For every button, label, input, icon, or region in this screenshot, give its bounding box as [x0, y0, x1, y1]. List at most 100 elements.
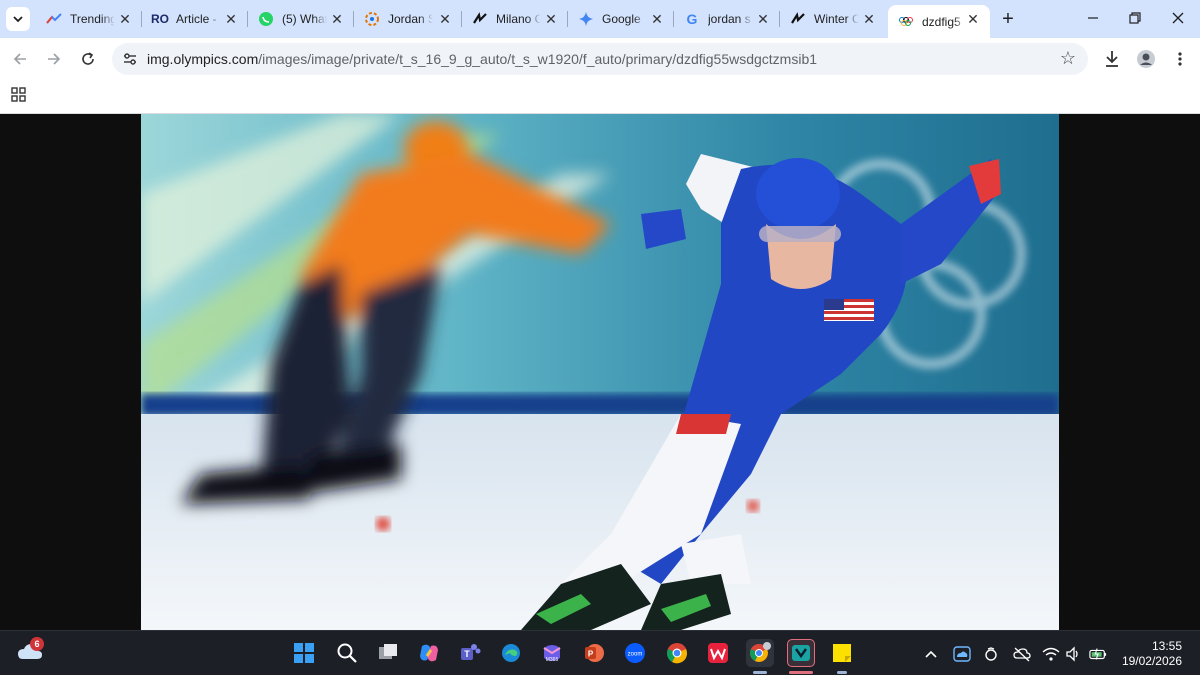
sync-status-button[interactable] [982, 645, 1000, 663]
running-indicator [753, 671, 767, 674]
url-path: /images/image/private/t_s_16_9_g_auto/t_… [258, 51, 818, 67]
powerpoint-button[interactable]: P [580, 639, 608, 667]
chrome-icon [667, 643, 687, 664]
edge-button[interactable] [497, 639, 525, 667]
close-icon[interactable]: ✕ [224, 12, 238, 26]
tab-article[interactable]: RO Article - ✕ [142, 0, 248, 38]
tab-title: Google [602, 12, 641, 26]
teams-icon: T [461, 644, 481, 660]
tab-strip: Trending ✕ RO Article - ✕ (5) What ✕ Jor… [0, 0, 1200, 38]
chrome-profile-button[interactable] [746, 639, 774, 667]
close-icon[interactable]: ✕ [330, 12, 344, 26]
task-view-button[interactable] [374, 639, 402, 667]
site-info-icon[interactable] [122, 51, 138, 67]
close-icon[interactable]: ✕ [650, 12, 664, 26]
flag-patch [824, 299, 874, 321]
copilot-button[interactable] [415, 639, 443, 667]
tab-title: (5) What [282, 12, 327, 26]
powerpoint-icon: P [585, 644, 604, 662]
active-app-button[interactable] [787, 639, 815, 667]
bookmarks-bar [0, 80, 1200, 114]
tab-title: Jordan S [388, 12, 433, 26]
close-icon[interactable]: ✕ [544, 12, 558, 26]
chrome-profile-icon [750, 642, 771, 662]
winter-icon [790, 11, 806, 27]
tab-title: Winter C [814, 12, 859, 26]
forward-button[interactable] [43, 48, 65, 70]
battery-button[interactable] [1089, 645, 1107, 663]
volume-button[interactable] [1064, 645, 1082, 663]
sticky-notes-icon [833, 644, 851, 662]
svg-text:T: T [464, 649, 470, 659]
show-hidden-icons-button[interactable] [922, 645, 940, 663]
reload-button[interactable] [77, 48, 99, 70]
edge-icon [502, 644, 520, 662]
trending-icon [46, 11, 62, 27]
apps-grid-icon[interactable] [11, 87, 27, 103]
zoom-button[interactable]: zoom [621, 639, 649, 667]
address-bar[interactable]: img.olympics.com/images/image/private/t_… [112, 43, 1088, 75]
tab-title: Milano C [496, 12, 541, 26]
minimize-button[interactable] [1083, 8, 1103, 28]
wifi-button[interactable] [1042, 645, 1060, 663]
browser-toolbar: img.olympics.com/images/image/private/t_… [0, 38, 1200, 80]
url-host: img.olympics.com [147, 51, 259, 67]
new-tab-button[interactable]: + [998, 9, 1018, 29]
profile-button[interactable] [1135, 48, 1157, 70]
avatar [1137, 50, 1155, 68]
back-button[interactable] [9, 48, 31, 70]
ro-icon: RO [151, 12, 169, 26]
gemini-icon [578, 11, 594, 27]
tab-google[interactable]: Google ✕ [568, 0, 674, 38]
close-icon[interactable]: ✕ [118, 12, 132, 26]
tab-search-button[interactable] [6, 7, 30, 31]
network-off-button[interactable] [1013, 645, 1031, 663]
tab-milano[interactable]: Milano C ✕ [462, 0, 568, 38]
close-icon[interactable]: ✕ [862, 12, 876, 26]
menu-button[interactable] [1169, 48, 1191, 70]
weather-notification-badge: 6 [30, 637, 44, 651]
m365-button[interactable]: M365 [538, 639, 566, 667]
tab-jordan[interactable]: Jordan S ✕ [354, 0, 462, 38]
chevron-up-icon [925, 650, 937, 658]
start-button[interactable] [290, 639, 318, 667]
tab-title: jordan s [708, 12, 751, 26]
zoom-icon: zoom [625, 643, 645, 663]
close-window-button[interactable] [1168, 8, 1188, 28]
search-button[interactable] [333, 639, 361, 667]
more-vert-icon [1178, 52, 1182, 66]
chrome-button[interactable] [663, 639, 691, 667]
close-icon [1172, 12, 1184, 24]
tab-trending[interactable]: Trending ✕ [36, 0, 142, 38]
teams-button[interactable]: T [456, 639, 484, 667]
tab-winter[interactable]: Winter C ✕ [780, 0, 886, 38]
whatsapp-icon [258, 11, 274, 27]
tab-dzdfig5-active[interactable]: dzdfig5 ✕ [888, 5, 990, 38]
close-icon[interactable]: ✕ [756, 12, 770, 26]
tab-title: Trending [70, 12, 115, 26]
bookmark-star-icon[interactable]: ☆ [1060, 48, 1076, 69]
tab-whatsapp[interactable]: (5) What ✕ [248, 0, 354, 38]
tab-google-search[interactable]: G jordan s ✕ [674, 0, 780, 38]
back-arrow-icon [13, 53, 26, 65]
running-indicator [837, 671, 847, 674]
chevron-down-icon [13, 16, 23, 23]
download-icon [1106, 51, 1118, 67]
url-text: img.olympics.com/images/image/private/t_… [147, 51, 817, 67]
battery-charging-icon [1089, 648, 1107, 660]
milano-icon [472, 11, 488, 27]
wps-icon [708, 643, 728, 663]
downloads-button[interactable] [1101, 48, 1123, 70]
close-icon[interactable]: ✕ [438, 12, 452, 26]
jordan-icon [364, 11, 380, 27]
onedrive-button[interactable] [953, 645, 971, 663]
close-icon[interactable]: ✕ [966, 12, 980, 26]
restore-icon [1129, 12, 1141, 24]
reload-icon [82, 52, 94, 65]
cloud-off-icon [1013, 647, 1031, 662]
wps-button[interactable] [704, 639, 732, 667]
sticky-notes-button[interactable] [828, 639, 856, 667]
onedrive-icon [953, 646, 971, 662]
restore-button[interactable] [1125, 8, 1145, 28]
clock[interactable]: 13:55 19/02/2026 [1122, 639, 1182, 669]
